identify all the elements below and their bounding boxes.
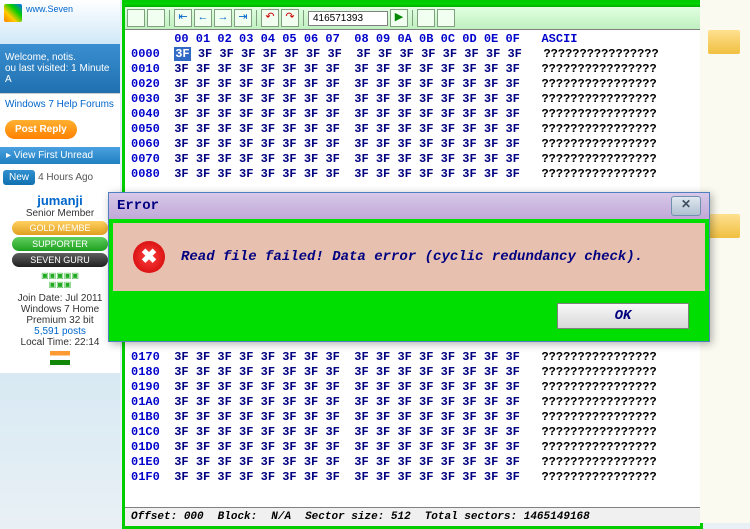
sector-size-label: Sector size: [305,511,384,523]
sector-input[interactable] [308,11,388,26]
post-count-link[interactable]: 5,591 posts [5,326,115,337]
hex-toolbar: ⇤ ← → ⇥ ↶ ↷ ▶ [125,7,700,30]
user-profile: jumanji Senior Member GOLD MEMBE SUPPORT… [0,188,120,373]
redo-button[interactable]: ↷ [281,9,299,27]
folder-icon[interactable] [708,30,740,54]
local-time: Local Time: 22:14 [5,337,115,348]
toolbar-button[interactable] [437,9,455,27]
help-forums-link[interactable]: Windows 7 Help Forums [0,94,120,115]
nav-next-button[interactable]: → [214,9,232,27]
total-sectors-value: 1465149168 [524,511,590,523]
india-flag-icon [50,351,70,365]
offset-value: 000 [184,511,204,523]
windows-logo-icon [4,4,22,22]
ok-button[interactable]: OK [557,303,689,329]
nav-prev-button[interactable]: ← [194,9,212,27]
sector-size-value: 512 [391,511,411,523]
folder-icon[interactable] [708,214,740,238]
welcome-box: Welcome, notis. ou last visited: 1 Minut… [0,44,120,93]
user-rank: Senior Member [5,208,115,219]
username-link[interactable]: jumanji [5,193,115,208]
rep-icons: ▣▣▣▣▣▣▣▣ [9,271,111,289]
hours-ago: 4 Hours Ago [38,172,93,183]
error-dialog: Error ✕ ✖ Read file failed! Data error (… [108,192,710,342]
last-visited: ou last visited: 1 Minute A [5,63,115,85]
forum-sidebar: www.Seven Welcome, notis. ou last visite… [0,0,120,523]
toolbar-button[interactable] [417,9,435,27]
hex-statusbar: Offset: 000 Block: N/A Sector size: 512 … [125,507,700,526]
block-value: N/A [271,511,291,523]
block-label: Block: [218,511,258,523]
post-reply-button[interactable]: Post Reply [5,120,77,139]
undo-button[interactable]: ↶ [261,9,279,27]
toolbar-button[interactable] [147,9,165,27]
offset-label: Offset: [131,511,177,523]
error-title-text: Error [117,198,159,214]
browser-bar: www.Seven [0,0,120,44]
os-line2: Premium 32 bit [5,315,115,326]
welcome-text: Welcome, notis. [5,52,115,63]
total-sectors-label: Total sectors: [425,511,517,523]
error-icon: ✖ [133,241,165,273]
site-url: www.Seven [26,4,73,14]
error-titlebar[interactable]: Error ✕ [109,193,709,219]
os-line1: Windows 7 Home [5,304,115,315]
new-badge: New [3,170,35,185]
toolbar-button[interactable] [127,9,145,27]
nav-first-button[interactable]: ⇤ [174,9,192,27]
close-button[interactable]: ✕ [671,196,701,216]
nav-last-button[interactable]: ⇥ [234,9,252,27]
go-button[interactable]: ▶ [390,9,408,27]
error-message: Read file failed! Data error (cyclic red… [181,249,643,265]
seven-guru-badge: SEVEN GURU [12,253,108,267]
join-date: Join Date: Jul 2011 [5,293,115,304]
view-first-unread-button[interactable]: ▸ View First Unread [0,147,120,164]
gold-member-badge: GOLD MEMBE [12,221,108,235]
supporter-badge: SUPPORTER [12,237,108,251]
